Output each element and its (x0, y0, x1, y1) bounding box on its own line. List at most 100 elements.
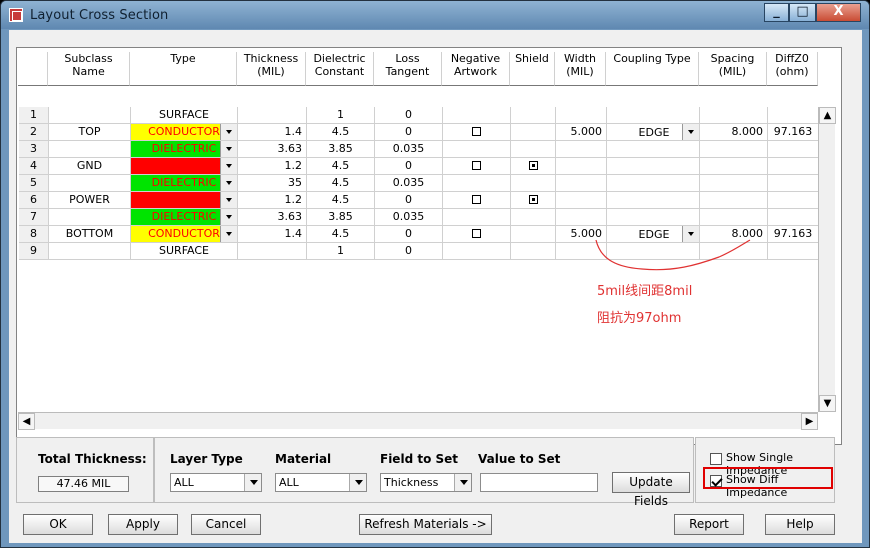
table-cell-coupling[interactable] (607, 158, 700, 175)
material-select[interactable]: ALL (275, 473, 367, 492)
table-cell-name[interactable] (49, 175, 131, 192)
chevron-down-icon[interactable] (682, 124, 699, 140)
table-cell-shield[interactable] (511, 209, 556, 226)
help-button[interactable]: Help (765, 514, 835, 535)
header-loss-tangent[interactable]: Loss Tangent (374, 52, 442, 86)
table-cell-loss[interactable]: 0.035 (375, 175, 443, 192)
table-cell-type[interactable]: CONDUCTOR (131, 124, 238, 141)
table-cell-width[interactable] (556, 175, 607, 192)
table-cell-diffz0[interactable]: 97.163 (768, 124, 819, 141)
table-cell-width[interactable] (556, 141, 607, 158)
header-dielectric-constant[interactable]: Dielectric Constant (306, 52, 374, 86)
table-cell-shield[interactable] (511, 141, 556, 158)
chevron-down-icon[interactable] (454, 474, 471, 491)
negative-checkbox[interactable] (472, 127, 481, 136)
table-cell-spacing[interactable] (700, 175, 768, 192)
table-cell-type[interactable]: PLANE (131, 158, 238, 175)
chevron-down-icon[interactable] (220, 141, 237, 157)
table-cell-dielectric[interactable]: 1 (307, 243, 375, 260)
down-arrow-icon[interactable]: ▼ (819, 395, 836, 412)
table-cell-width[interactable] (556, 192, 607, 209)
table-cell-shield[interactable] (511, 226, 556, 243)
maximize-button[interactable]: □ (789, 3, 816, 22)
table-cell-name[interactable]: TOP (49, 124, 131, 141)
table-cell-negative[interactable] (443, 243, 511, 260)
minimize-button[interactable]: _ (764, 3, 789, 22)
header-subclass-name[interactable]: Subclass Name (48, 52, 130, 86)
table-row[interactable]: 4 GND PLANE 1.2 4.5 0 (18, 158, 819, 175)
table-cell-coupling[interactable] (607, 209, 700, 226)
table-cell-negative[interactable] (443, 175, 511, 192)
shield-checkbox[interactable] (528, 195, 538, 204)
table-cell-shield[interactable] (511, 175, 556, 192)
update-fields-button[interactable]: Update Fields (612, 472, 690, 508)
table-cell-dielectric[interactable]: 4.5 (307, 124, 375, 141)
negative-checkbox[interactable] (472, 161, 481, 170)
header-width[interactable]: Width (MIL) (555, 52, 606, 86)
table-cell-spacing[interactable] (700, 158, 768, 175)
chevron-down-icon[interactable] (220, 209, 237, 225)
table-cell-dielectric[interactable]: 3.85 (307, 209, 375, 226)
table-cell-diffz0[interactable] (768, 175, 819, 192)
table-cell-thickness[interactable] (238, 243, 307, 260)
table-cell-loss[interactable]: 0 (375, 124, 443, 141)
chevron-down-icon[interactable] (244, 474, 261, 491)
right-arrow-icon[interactable]: ▶ (801, 413, 818, 430)
table-cell-loss[interactable]: 0 (375, 107, 443, 124)
table-cell-thickness[interactable] (238, 107, 307, 124)
table-cell-negative[interactable] (443, 107, 511, 124)
report-button[interactable]: Report (674, 514, 744, 535)
table-cell-spacing[interactable] (700, 192, 768, 209)
chevron-down-icon[interactable] (220, 175, 237, 191)
table-cell-type[interactable]: DIELECTRIC (131, 175, 238, 192)
table-cell-type[interactable]: SURFACE (131, 107, 238, 124)
table-cell-shield[interactable] (511, 124, 556, 141)
table-cell-width[interactable] (556, 209, 607, 226)
table-cell-shield[interactable] (511, 158, 556, 175)
header-thickness[interactable]: Thickness (MIL) (237, 52, 306, 86)
table-cell-coupling[interactable]: EDGE (607, 124, 700, 141)
chevron-down-icon[interactable] (220, 124, 237, 140)
table-cell-coupling[interactable] (607, 175, 700, 192)
apply-button[interactable]: Apply (108, 514, 178, 535)
table-cell-negative[interactable] (443, 226, 511, 243)
chevron-down-icon[interactable] (220, 226, 237, 242)
table-row[interactable]: 1 SURFACE 1 0 (18, 107, 819, 124)
table-cell-shield[interactable] (511, 192, 556, 209)
ok-button[interactable]: OK (23, 514, 93, 535)
table-cell-type[interactable]: DIELECTRIC (131, 141, 238, 158)
table-cell-dielectric[interactable]: 1 (307, 107, 375, 124)
header-negative-artwork[interactable]: Negative Artwork (442, 52, 510, 86)
table-cell-spacing[interactable]: 8.000 (700, 124, 768, 141)
table-cell-dielectric[interactable]: 4.5 (307, 226, 375, 243)
table-row[interactable]: 3 DIELECTRIC 3.63 3.85 0.035 (18, 141, 819, 158)
refresh-materials-button[interactable]: Refresh Materials -> (359, 514, 492, 535)
table-cell-negative[interactable] (443, 209, 511, 226)
table-cell-thickness[interactable]: 35 (238, 175, 307, 192)
table-cell-loss[interactable]: 0 (375, 226, 443, 243)
header-coupling-type[interactable]: Coupling Type (606, 52, 699, 86)
table-cell-thickness[interactable]: 1.2 (238, 158, 307, 175)
table-cell-spacing[interactable] (700, 209, 768, 226)
table-cell-thickness[interactable]: 1.4 (238, 124, 307, 141)
cross-section-grid[interactable]: Subclass Name Type Thickness (MIL) Diele… (16, 47, 842, 445)
table-cell-shield[interactable] (511, 243, 556, 260)
table-row[interactable]: 6 POWER PLANE 1.2 4.5 0 (18, 192, 819, 209)
table-cell-negative[interactable] (443, 158, 511, 175)
table-cell-loss[interactable]: 0.035 (375, 209, 443, 226)
table-cell-thickness[interactable]: 1.4 (238, 226, 307, 243)
table-cell-loss[interactable]: 0 (375, 243, 443, 260)
table-cell-width[interactable] (556, 158, 607, 175)
table-cell-negative[interactable] (443, 141, 511, 158)
table-cell-name[interactable]: BOTTOM (49, 226, 131, 243)
table-cell-thickness[interactable]: 3.63 (238, 209, 307, 226)
field-to-set-select[interactable]: Thickness (380, 473, 472, 492)
table-cell-type[interactable]: PLANE (131, 192, 238, 209)
table-cell-type[interactable]: DIELECTRIC (131, 209, 238, 226)
table-cell-negative[interactable] (443, 124, 511, 141)
table-cell-dielectric[interactable]: 3.85 (307, 141, 375, 158)
table-cell-name[interactable] (49, 209, 131, 226)
table-cell-type[interactable]: CONDUCTOR (131, 226, 238, 243)
table-cell-diffz0[interactable]: 97.163 (768, 226, 819, 243)
table-cell-coupling[interactable] (607, 107, 700, 124)
